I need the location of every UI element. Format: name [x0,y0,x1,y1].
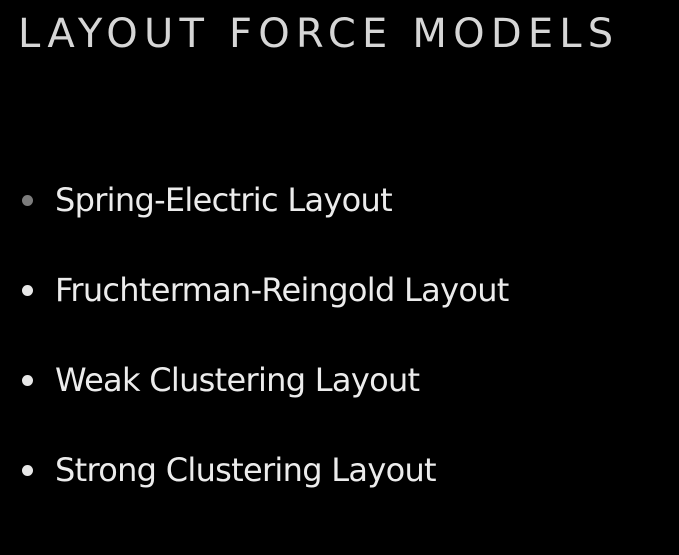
bullet-point-icon [22,375,33,386]
bullet-label: Strong Clustering Layout [55,451,437,489]
bullet-label: Fruchterman-Reingold Layout [55,271,509,309]
bullet-list: Spring-Electric Layout Fruchterman-Reing… [0,0,679,555]
bullet-point-icon [22,285,33,296]
bullet-label: Weak Clustering Layout [55,361,420,399]
bullet-item-fruchterman-reingold: Fruchterman-Reingold Layout [0,267,679,313]
bullet-item-weak-clustering: Weak Clustering Layout [0,357,679,403]
presentation-slide: LAYOUT FORCE MODELS Spring-Electric Layo… [0,0,679,555]
bullet-point-icon [22,195,33,206]
bullet-item-strong-clustering: Strong Clustering Layout [0,447,679,493]
bullet-point-icon [22,465,33,476]
bullet-item-spring-electric: Spring-Electric Layout [0,177,679,223]
bullet-label: Spring-Electric Layout [55,181,393,219]
